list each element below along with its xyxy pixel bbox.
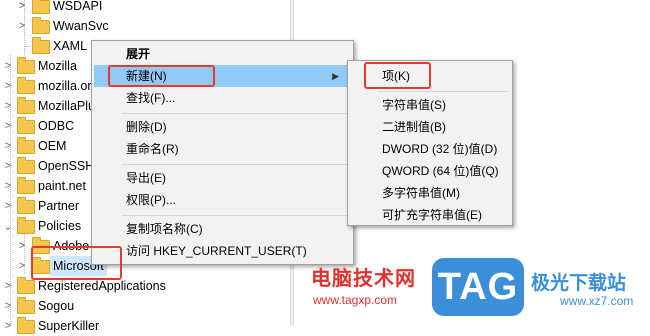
tree-item-label: OpenSSH bbox=[38, 159, 95, 173]
menu-item-expand[interactable]: 展开 bbox=[94, 43, 351, 65]
menu-separator bbox=[122, 113, 349, 114]
submenu-item-string-value[interactable]: 字符串值(S) bbox=[350, 94, 510, 116]
tree-item-label: Partner bbox=[38, 199, 79, 213]
annotation-highlight-microsoft bbox=[31, 246, 122, 280]
folder-icon bbox=[17, 197, 35, 214]
chevron-right-icon[interactable]: > bbox=[3, 156, 13, 176]
chevron-right-icon[interactable]: > bbox=[3, 116, 13, 136]
tree-item-sogou[interactable]: > Sogou bbox=[0, 296, 290, 316]
chevron-right-icon[interactable]: > bbox=[3, 316, 13, 336]
chevron-right-icon[interactable]: > bbox=[3, 196, 13, 216]
menu-item-export[interactable]: 导出(E) bbox=[94, 167, 351, 189]
folder-icon bbox=[32, 0, 50, 14]
tree-item-label: Mozilla bbox=[38, 59, 77, 73]
watermark-tag-logo: TAG bbox=[432, 258, 524, 316]
chevron-right-icon[interactable]: > bbox=[3, 276, 13, 296]
menu-item-find[interactable]: 查找(F)... bbox=[94, 87, 351, 109]
watermark-site-name: 极光下载站 bbox=[531, 273, 627, 294]
chevron-right-icon[interactable]: > bbox=[17, 256, 27, 276]
tree-item-label: paint.net bbox=[38, 179, 86, 193]
menu-item-copy-key-name[interactable]: 复制项名称(C) bbox=[94, 218, 351, 240]
folder-icon bbox=[17, 117, 35, 134]
tree-item-label: SuperKiller bbox=[38, 319, 100, 333]
menu-item-go-to-hkcu[interactable]: 访问 HKEY_CURRENT_USER(T) bbox=[94, 240, 351, 262]
tree-item-wsdapi[interactable]: > WSDAPI bbox=[0, 0, 290, 16]
menu-separator bbox=[122, 164, 349, 165]
chevron-down-icon[interactable]: ⌄ bbox=[3, 216, 13, 236]
annotation-highlight-new bbox=[108, 65, 215, 87]
folder-icon bbox=[17, 57, 35, 74]
menu-item-rename[interactable]: 重命名(R) bbox=[94, 138, 351, 160]
chevron-right-icon[interactable]: > bbox=[17, 16, 27, 36]
folder-icon bbox=[17, 157, 35, 174]
folder-icon bbox=[32, 17, 50, 34]
tree-item-label: Sogou bbox=[38, 299, 75, 313]
folder-icon bbox=[17, 177, 35, 194]
submenu-item-binary-value[interactable]: 二进制值(B) bbox=[350, 116, 510, 138]
chevron-right-icon[interactable]: > bbox=[3, 56, 13, 76]
menu-item-permissions[interactable]: 权限(P)... bbox=[94, 189, 351, 211]
folder-icon bbox=[32, 37, 50, 54]
tree-item-label: XAML bbox=[53, 39, 88, 53]
folder-icon bbox=[17, 317, 35, 334]
tree-item-superkiller[interactable]: > SuperKiller bbox=[0, 316, 290, 336]
chevron-right-icon[interactable]: > bbox=[3, 96, 13, 116]
chevron-right-icon[interactable]: > bbox=[3, 296, 13, 316]
watermark-site-url: www.xz7.com bbox=[560, 294, 634, 308]
folder-icon bbox=[17, 137, 35, 154]
submenu-arrow-icon: ▶ bbox=[332, 71, 339, 81]
tree-item-label: Policies bbox=[38, 219, 82, 233]
submenu-item-multi-string-value[interactable]: 多字符串值(M) bbox=[350, 182, 510, 204]
tree-item-label: ODBC bbox=[38, 119, 75, 133]
chevron-right-icon[interactable]: > bbox=[17, 0, 27, 16]
menu-item-delete[interactable]: 删除(D) bbox=[94, 116, 351, 138]
folder-icon bbox=[17, 277, 35, 294]
tree-item-wwansvc[interactable]: > WwanSvc bbox=[0, 16, 290, 36]
submenu-item-dword-value[interactable]: DWORD (32 位)值(D) bbox=[350, 138, 510, 160]
watermark-text: 电脑技术网 bbox=[311, 268, 416, 290]
tree-item-label: MozillaPlu bbox=[38, 99, 95, 113]
folder-icon bbox=[17, 297, 35, 314]
chevron-right-icon[interactable]: > bbox=[3, 176, 13, 196]
submenu-item-qword-value[interactable]: QWORD (64 位)值(Q) bbox=[350, 160, 510, 182]
tree-item-label: mozilla.or bbox=[38, 79, 92, 93]
watermark-url: www.tagxp.com bbox=[313, 293, 398, 307]
chevron-right-icon[interactable]: > bbox=[3, 76, 13, 96]
menu-separator bbox=[122, 215, 349, 216]
annotation-highlight-key bbox=[364, 62, 431, 89]
folder-icon bbox=[17, 77, 35, 94]
tree-item-label: WwanSvc bbox=[53, 19, 109, 33]
tree-item-label: WSDAPI bbox=[53, 0, 103, 13]
menu-separator bbox=[378, 91, 508, 92]
submenu-item-expandable-string-value[interactable]: 可扩充字符串值(E) bbox=[350, 204, 510, 226]
tree-item-label: OEM bbox=[38, 139, 67, 153]
chevron-right-icon[interactable]: > bbox=[17, 236, 27, 256]
chevron-right-icon[interactable]: > bbox=[3, 136, 13, 156]
folder-icon bbox=[17, 97, 35, 114]
folder-icon bbox=[17, 217, 35, 234]
